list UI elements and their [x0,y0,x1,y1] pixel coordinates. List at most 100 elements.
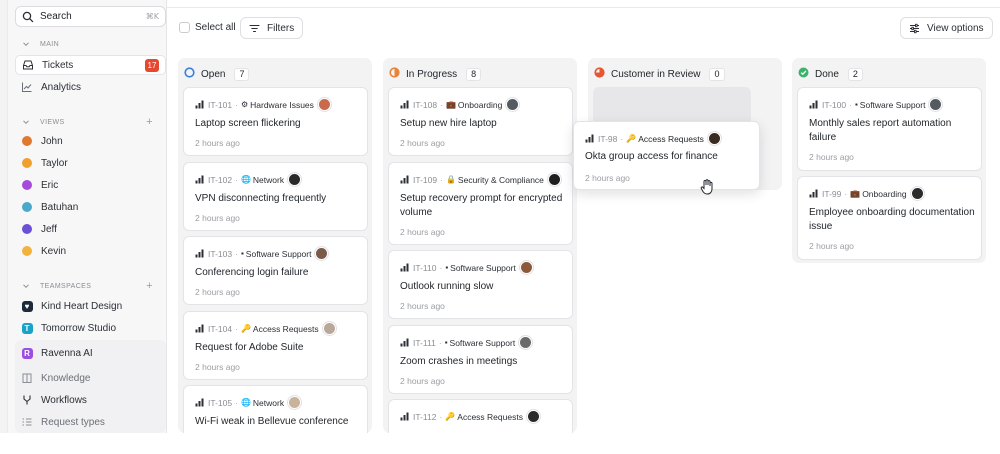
assignee-avatar[interactable] [519,261,533,274]
search-button[interactable]: Search ⌘K [15,6,166,27]
separator-dot: · [439,411,443,422]
sidebar-item-view-taylor[interactable]: Taylor [15,153,166,173]
section-teamspaces[interactable]: TEAMSPACES + [22,280,153,292]
ticket-id: IT-102 [208,174,233,185]
assignee-avatar[interactable] [288,173,302,186]
ticket-meta: IT-110 · ▪ Software Support [400,261,533,274]
assignee-avatar[interactable] [506,98,520,111]
priority-bars-icon [400,412,409,421]
ticket-card[interactable]: IT-105 · 🌐 Network Wi-Fi weak in Bellevu… [183,385,368,433]
sidebar-item-teamspace-tomorrow[interactable]: T Tomorrow Studio [15,318,166,338]
ticket-id: IT-109 [413,174,438,185]
assignee-avatar[interactable] [910,187,924,200]
select-all-checkbox[interactable] [179,22,190,33]
ticket-card[interactable]: IT-102 · 🌐 Network VPN disconnecting fre… [183,162,368,231]
sidebar-item-label: John [41,135,63,147]
ticket-card[interactable]: IT-99 · 💼 Onboarding Employee onboarding… [797,176,982,260]
assignee-avatar[interactable] [707,132,721,145]
chevron-down-icon [23,42,29,47]
ticket-id: IT-108 [413,99,438,110]
ticket-category: Onboarding [862,188,907,199]
ticket-title: Request for Adobe Suite [195,342,304,353]
sidebar-item-label: Tickets [42,59,74,71]
section-views[interactable]: VIEWS + [22,116,153,128]
sidebar-item-label: Taylor [41,157,68,169]
separator-dot: · [235,323,238,334]
view-options-button[interactable]: View options [900,17,993,39]
section-main[interactable]: MAIN [22,40,153,48]
ticket-card[interactable]: IT-101 · ⚙ Hardware Issues Laptop screen… [183,87,368,156]
ticket-meta: IT-103 · ▪ Software Support [195,247,329,260]
assignee-avatar[interactable] [315,247,329,260]
assignee-avatar[interactable] [526,410,540,423]
sidebar: Search ⌘K MAIN Tickets 17 Analytics VIEW… [8,0,167,433]
view-avatar-icon [22,136,32,146]
chevron-down-icon [23,284,29,289]
sidebar-item-label: Eric [41,179,59,191]
filters-button[interactable]: Filters [240,17,304,39]
ticket-timestamp: 2 hours ago [195,362,240,372]
section-teamspaces-label: TEAMSPACES [40,282,92,290]
view-avatar-icon [22,224,32,234]
ticket-meta: IT-100 · ▪ Software Support [809,98,943,111]
ticket-card[interactable]: IT-110 · ▪ Software Support Outlook runn… [388,250,573,319]
add-teamspace-icon[interactable]: + [146,280,153,292]
ticket-id: IT-103 [208,248,233,259]
sidebar-item-teamspace-kind-heart[interactable]: ♥ Kind Heart Design [15,296,166,316]
teamspace-logo-icon: R [21,347,33,359]
priority-bars-icon [195,249,204,258]
ticket-card[interactable]: IT-109 · 🔒 Security & Compliance Setup r… [388,162,573,245]
ticket-id: IT-99 [822,188,842,199]
sidebar-item-workflows[interactable]: Workflows [15,390,166,410]
ticket-card[interactable]: IT-104 · 🔑 Access Requests Request for A… [183,311,368,380]
ticket-card[interactable]: IT-100 · ▪ Software Support Monthly sale… [797,87,982,171]
priority-bars-icon [195,398,204,407]
filters-label: Filters [267,22,295,34]
ticket-category: Network [252,397,285,408]
assignee-avatar[interactable] [317,98,331,111]
sidebar-item-analytics[interactable]: Analytics [15,77,166,97]
ticket-category: Access Requests [252,323,319,334]
separator-dot: · [620,133,624,144]
assignee-avatar[interactable] [929,98,943,111]
separator-dot: · [849,99,852,110]
category-icon: 🔒 [445,175,456,184]
assignee-avatar[interactable] [322,322,336,335]
ticket-card[interactable]: IT-103 · ▪ Software Support Conferencing… [183,236,368,305]
category-icon: 🌐 [240,398,251,407]
ticket-id: IT-112 [413,411,437,422]
sidebar-item-label: Kind Heart Design [41,300,123,312]
separator-dot: · [235,174,238,185]
sidebar-item-tickets[interactable]: Tickets 17 [15,55,166,75]
ticket-card[interactable]: IT-108 · 💼 Onboarding Setup new hire lap… [388,87,573,156]
category-icon: ▪ [240,249,244,258]
ticket-category: Hardware Issues [250,99,314,110]
category-icon: 🌐 [240,175,251,184]
sidebar-item-view-eric[interactable]: Eric [15,175,166,195]
sidebar-item-teamspace-ravenna[interactable]: R Ravenna AI [15,343,166,363]
ticket-category: Software Support [859,99,926,110]
kanban-board: Open 7 IT-101 · ⚙ Hardware Issues Laptop… [178,58,1000,433]
add-view-icon[interactable]: + [146,116,153,128]
toolbar: Select all Filters View options [167,17,1000,39]
sidebar-item-view-jeff[interactable]: Jeff [15,219,166,239]
column-header: Customer in Review 0 [594,67,725,81]
dragging-ticket-card[interactable]: IT-98 · 🔑 Access Requests Okta group acc… [573,121,760,190]
view-avatar-icon [22,202,32,212]
select-all-label[interactable]: Select all [195,22,236,33]
sidebar-item-view-batuhan[interactable]: Batuhan [15,197,166,217]
sidebar-item-view-john[interactable]: John [15,131,166,151]
assignee-avatar[interactable] [519,336,533,349]
sidebar-item-request-types[interactable]: Request types [15,412,166,432]
category-icon: 🔑 [240,324,251,333]
ticket-timestamp: 2 hours ago [809,241,854,251]
tickets-count-badge: 17 [145,58,159,72]
sidebar-item-knowledge[interactable]: Knowledge [15,368,166,388]
assignee-avatar[interactable] [547,173,561,186]
ticket-card[interactable]: IT-112 · 🔑 Access Requests [388,399,573,433]
ticket-meta: IT-104 · 🔑 Access Requests [195,322,336,335]
category-icon: 💼 [445,100,456,109]
assignee-avatar[interactable] [288,396,302,409]
ticket-card[interactable]: IT-111 · ▪ Software Support Zoom crashes… [388,325,573,394]
sidebar-item-view-kevin[interactable]: Kevin [15,241,166,261]
